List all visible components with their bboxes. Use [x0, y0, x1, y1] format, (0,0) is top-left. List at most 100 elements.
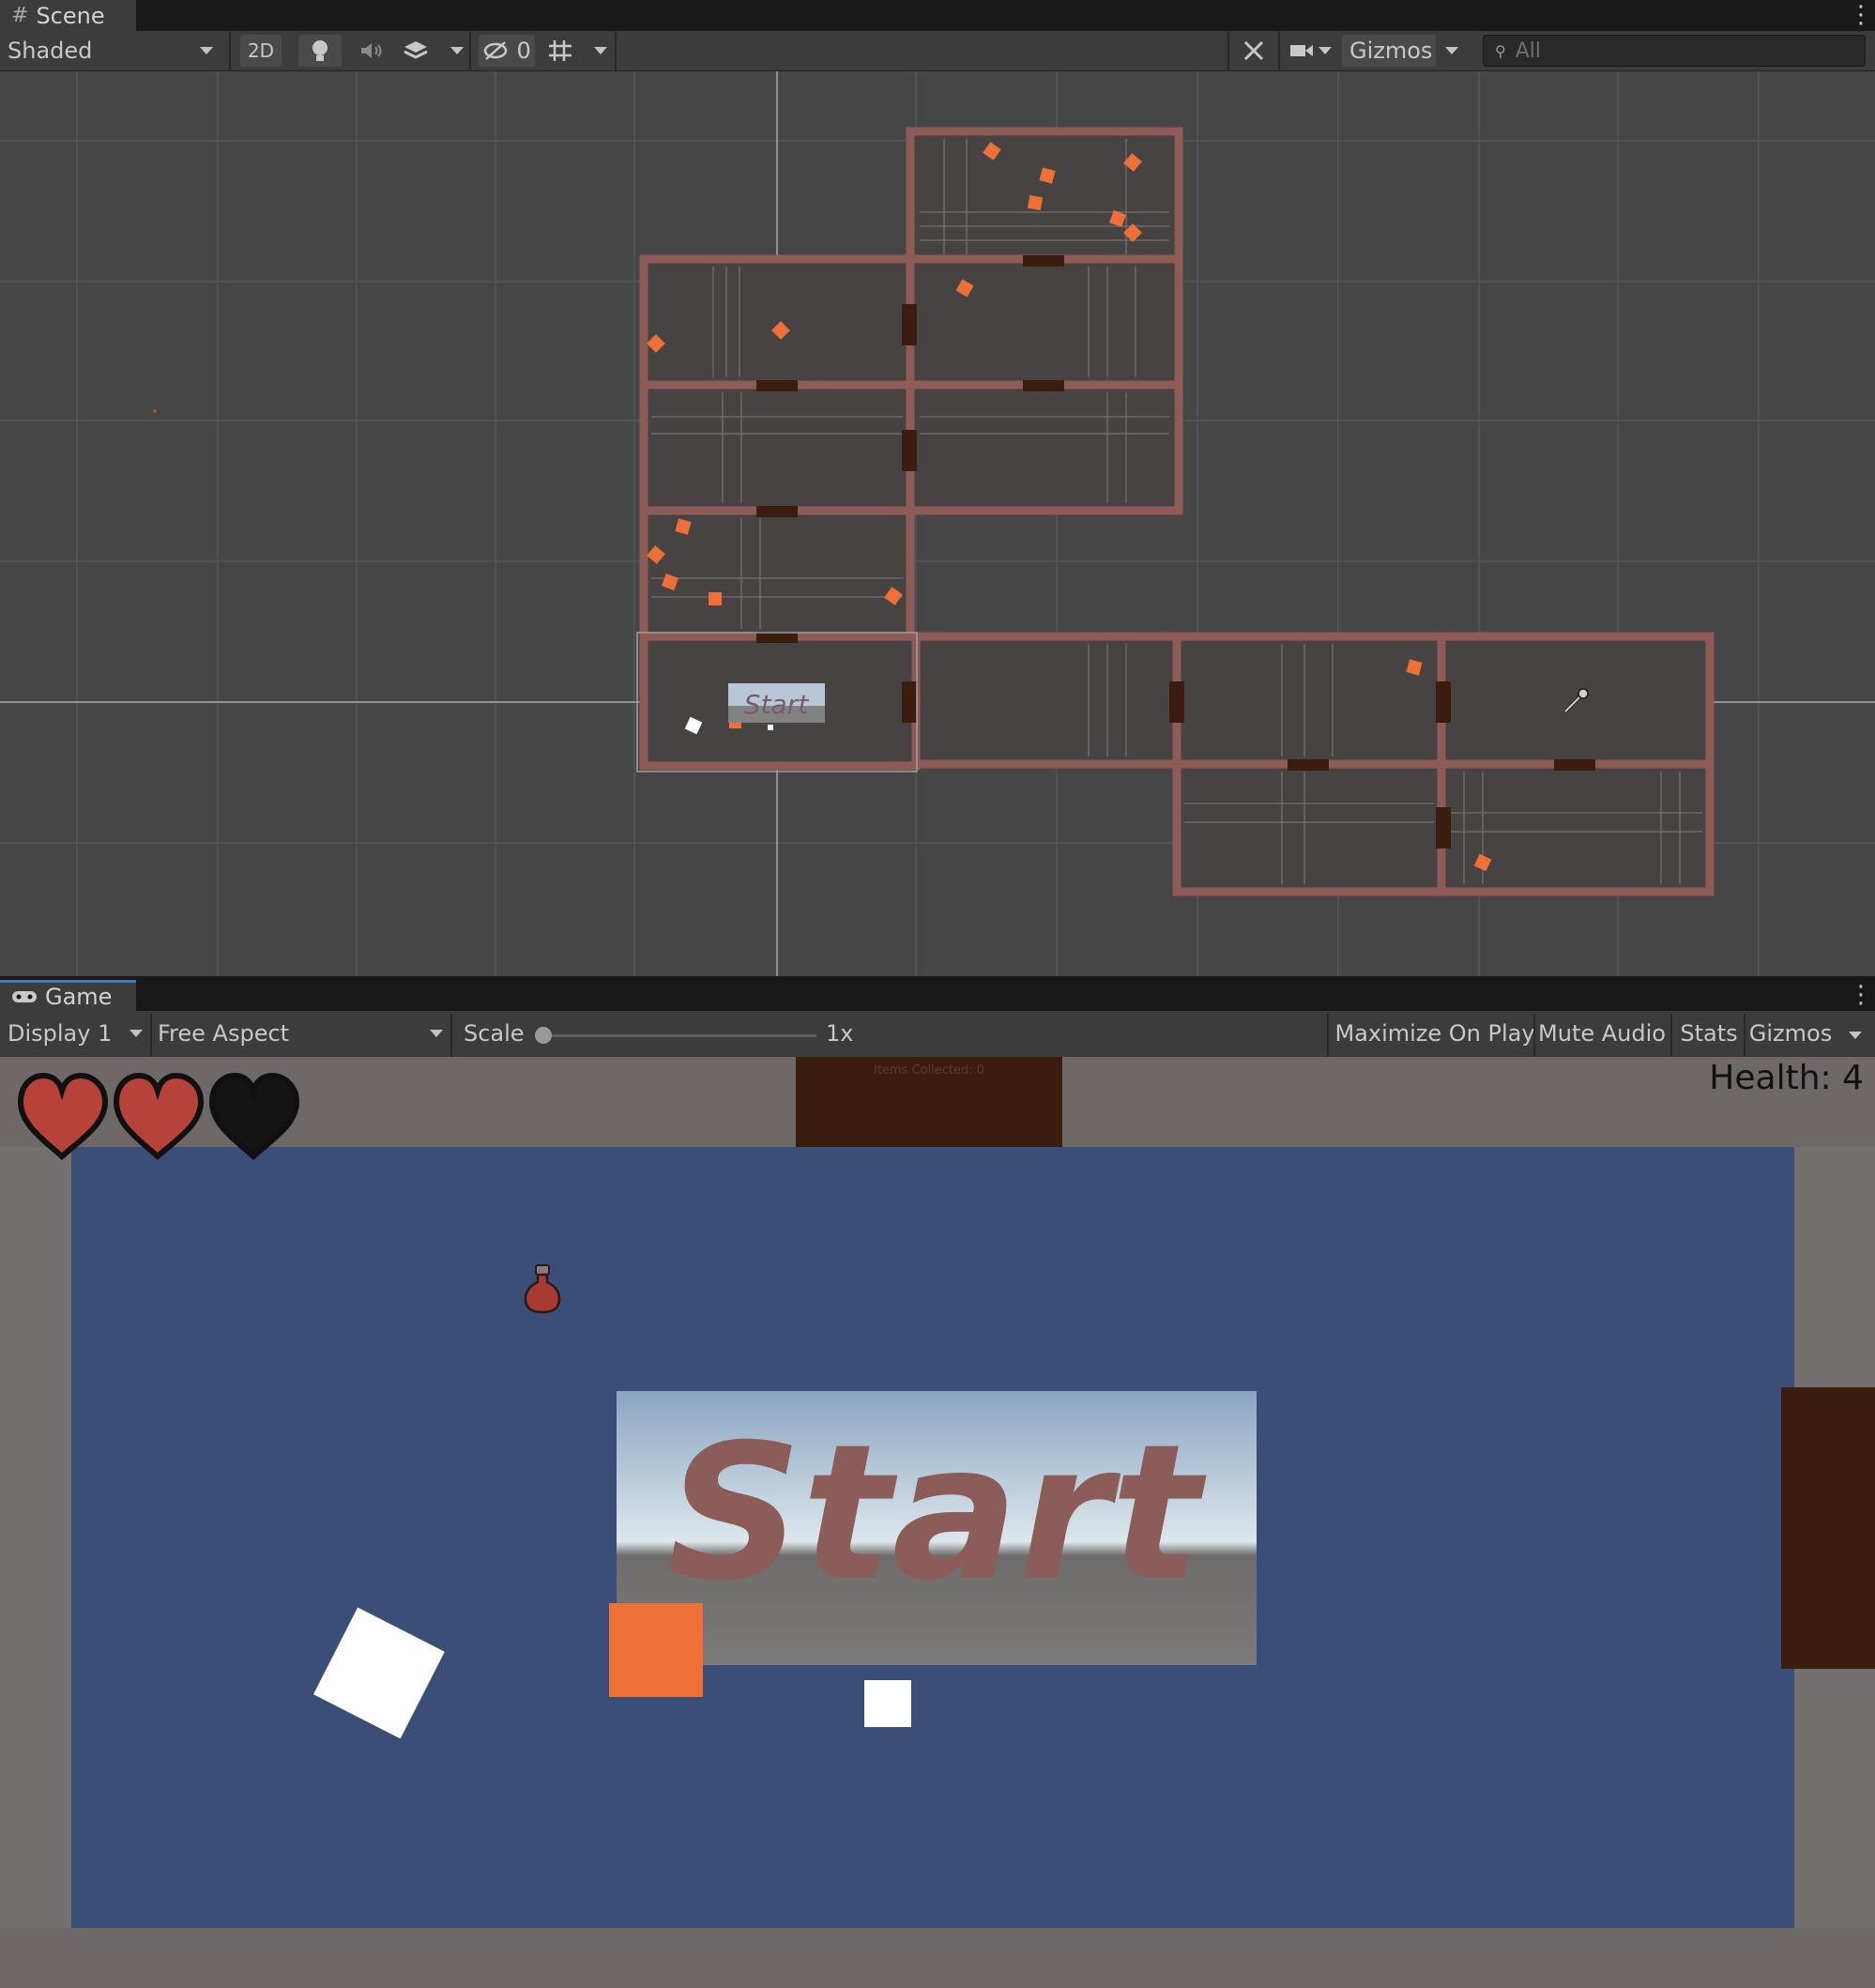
room[interactable]: [639, 380, 915, 515]
room[interactable]: [1172, 632, 1446, 769]
toolbar-divider: [1327, 1014, 1329, 1057]
health-text: Health: 4: [1709, 1059, 1864, 1097]
scene-more-options-icon[interactable]: ⋮: [1847, 0, 1875, 31]
game-canvas: Start Items Collected: 0 Health: 4: [0, 1057, 1875, 1988]
room[interactable]: [906, 254, 1183, 390]
toolbar-divider: [469, 31, 471, 70]
aspect-label: Free Aspect: [158, 1020, 290, 1047]
room[interactable]: [1172, 759, 1446, 896]
scene-canvas: Start: [0, 71, 1875, 976]
gizmos-toggle[interactable]: Gizmos: [1342, 35, 1436, 67]
game-gizmos-dropdown-icon[interactable]: [1849, 1032, 1862, 1039]
camera-icon: [1290, 45, 1313, 56]
toolbar-divider: [450, 1014, 452, 1057]
pickup-cube[interactable]: [1027, 194, 1044, 211]
effects-dropdown-icon[interactable]: [450, 47, 464, 54]
hidden-objects-count: 0: [516, 38, 531, 64]
bottom-wall: [0, 1928, 1875, 1988]
audio-toggle[interactable]: [355, 35, 389, 67]
stats-toggle[interactable]: Stats: [1674, 1017, 1744, 1049]
door[interactable]: [1023, 380, 1064, 391]
grid-icon: [549, 40, 572, 61]
camera-settings[interactable]: [1286, 35, 1318, 67]
game-gizmos-label: Gizmos: [1748, 1020, 1833, 1047]
toolbar-divider: [1533, 1014, 1535, 1057]
door[interactable]: [902, 681, 917, 723]
door[interactable]: [1436, 807, 1451, 849]
scene-viewport[interactable]: Start: [0, 71, 1875, 976]
scene-marker-dot: [153, 409, 157, 413]
door[interactable]: [1169, 681, 1184, 723]
room[interactable]: [906, 127, 1183, 266]
door[interactable]: [1436, 681, 1451, 723]
layers-icon: [404, 41, 428, 59]
toolbar-divider: [615, 31, 617, 70]
door[interactable]: [902, 430, 917, 471]
door[interactable]: [902, 304, 917, 345]
grid-toggle[interactable]: [544, 35, 576, 67]
scene-white-marker[interactable]: [768, 725, 773, 730]
camera-dropdown-icon[interactable]: [1319, 47, 1332, 54]
scale-value-wrap: 1x: [826, 1017, 863, 1049]
lighting-toggle[interactable]: [298, 35, 342, 67]
door[interactable]: [1023, 255, 1064, 267]
game-gizmos-toggle[interactable]: Gizmos: [1747, 1017, 1834, 1049]
tab-game[interactable]: Game: [0, 980, 136, 1011]
toggle-2d-label: 2D: [247, 39, 275, 62]
start-sign-scene[interactable]: Start: [728, 683, 825, 723]
toggle-2d-button[interactable]: 2D: [240, 35, 282, 67]
scale-value: 1x: [826, 1020, 854, 1047]
tools-icon: [1243, 40, 1264, 61]
scale-slider-handle[interactable]: [535, 1027, 552, 1044]
white-block[interactable]: [864, 1680, 911, 1727]
room[interactable]: [1437, 759, 1715, 896]
scale-label: Scale: [464, 1020, 525, 1047]
eye-hidden-icon: [483, 41, 508, 60]
display-dropdown[interactable]: Display 1: [8, 1017, 146, 1049]
chevron-down-icon: [430, 1030, 443, 1037]
scale-slider-track[interactable]: [535, 1034, 816, 1037]
scene-visibility-toggle[interactable]: 0: [479, 35, 535, 67]
room[interactable]: [639, 254, 915, 390]
mute-audio-toggle[interactable]: Mute Audio: [1538, 1017, 1666, 1049]
hierarchy-search-input[interactable]: ⚲ All: [1483, 35, 1866, 67]
room[interactable]: [906, 380, 1183, 515]
game-toolbar: Display 1 Free Aspect Scale 1x Maximize …: [0, 1014, 1875, 1058]
tab-scene[interactable]: # Scene: [0, 0, 136, 31]
aspect-dropdown[interactable]: Free Aspect: [158, 1017, 447, 1049]
effects-toggle[interactable]: [399, 35, 433, 67]
room-walls: [639, 127, 1715, 896]
chevron-down-icon: [130, 1030, 143, 1037]
room[interactable]: [911, 632, 1181, 769]
toolbar-divider: [150, 1014, 152, 1057]
door[interactable]: [756, 380, 798, 391]
gizmos-dropdown-icon[interactable]: [1445, 47, 1458, 54]
items-collected-text: Items Collected: 0: [874, 1063, 984, 1078]
toolbar-divider: [229, 31, 231, 70]
toolbar-divider: [1278, 31, 1280, 70]
pickup-cube[interactable]: [709, 592, 722, 605]
door[interactable]: [756, 506, 798, 517]
stats-label: Stats: [1680, 1020, 1738, 1047]
shading-mode-dropdown[interactable]: Shaded: [8, 35, 219, 67]
start-sign-scene-text: Start: [744, 689, 809, 720]
door-right[interactable]: [1781, 1387, 1875, 1669]
door[interactable]: [1288, 759, 1329, 771]
pickup-cube[interactable]: [609, 1603, 703, 1697]
gamepad-icon: [12, 991, 37, 1002]
game-more-options-icon[interactable]: ⋮: [1847, 980, 1875, 1011]
scene-tab-bar: # Scene ⋮: [0, 0, 1875, 31]
maximize-on-play-toggle[interactable]: Maximize On Play: [1334, 1017, 1535, 1049]
tools-toggle[interactable]: [1237, 35, 1271, 67]
lightbulb-icon: [312, 40, 328, 61]
maximize-on-play-label: Maximize On Play: [1334, 1020, 1535, 1047]
door[interactable]: [1554, 759, 1595, 771]
game-viewport[interactable]: Start Items Collected: 0 Health: 4: [0, 1057, 1875, 1988]
display-label: Display 1: [8, 1020, 113, 1047]
shading-mode-label: Shaded: [8, 38, 93, 64]
mute-audio-label: Mute Audio: [1538, 1020, 1666, 1047]
grid-dropdown-icon[interactable]: [594, 47, 607, 54]
start-sign[interactable]: Start: [617, 1391, 1257, 1665]
grid-hash-icon: #: [11, 4, 29, 27]
door[interactable]: [756, 632, 798, 643]
